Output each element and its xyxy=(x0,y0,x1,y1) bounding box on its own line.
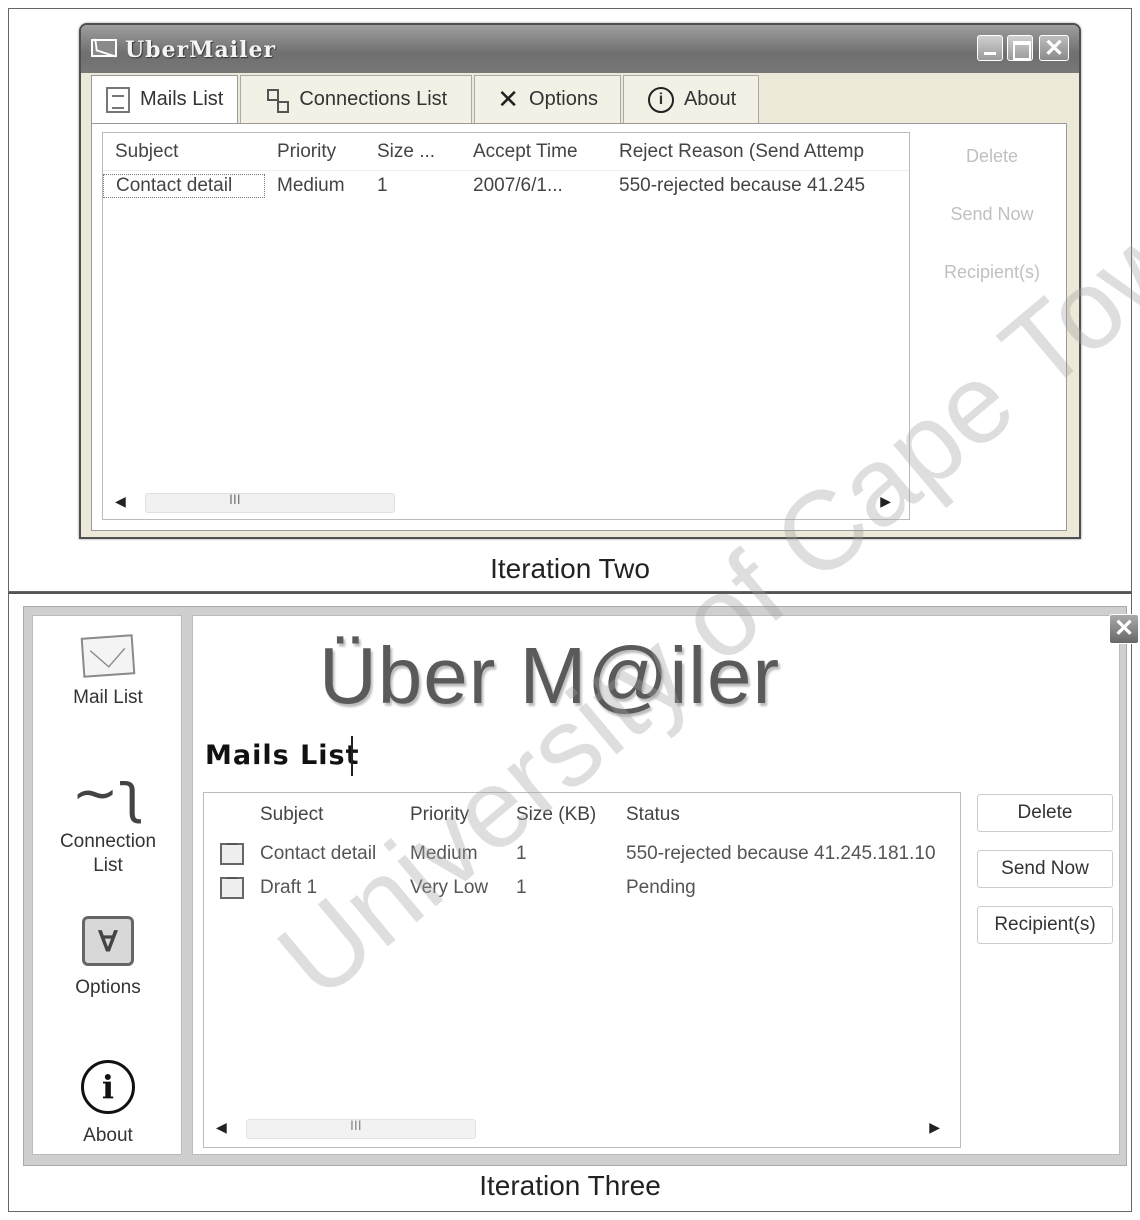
scroll-left-icon[interactable]: ◀ xyxy=(115,493,126,510)
connection-icon: ~ʅ xyxy=(71,761,145,826)
cell-subject: Draft 1 xyxy=(260,877,318,898)
caption-iteration-three: Iteration Three xyxy=(479,1170,661,1201)
maximize-button[interactable] xyxy=(1007,35,1033,61)
text-cursor xyxy=(351,736,353,776)
cell-accept-time: 2007/6/1... xyxy=(473,175,563,196)
column-header-subject[interactable]: Subject xyxy=(103,141,265,163)
cell-priority: Medium xyxy=(277,175,345,196)
close-button[interactable]: ✕ xyxy=(1109,614,1139,644)
cell-size: 1 xyxy=(516,843,527,864)
sidebar-item-options[interactable]: Ɐ Options xyxy=(33,916,183,1000)
horizontal-scrollbar[interactable]: ◀ III ▶ xyxy=(210,1117,954,1141)
section-title: Mails List xyxy=(205,740,360,771)
cell-priority: Very Low xyxy=(410,877,489,898)
close-button[interactable]: ✕ xyxy=(1039,35,1069,62)
recipients-button[interactable]: Recipient(s) xyxy=(928,252,1056,292)
info-icon: i xyxy=(81,1060,135,1114)
tab-connections-list[interactable]: Connections List xyxy=(240,75,473,123)
options-icon: Ɐ xyxy=(82,916,134,966)
sidebar-item-label: Options xyxy=(75,977,141,998)
scroll-right-icon[interactable]: ▶ xyxy=(880,493,891,510)
scroll-left-icon[interactable]: ◀ xyxy=(216,1119,227,1136)
close-icon: ✕ xyxy=(1113,615,1135,642)
scroll-right-icon[interactable]: ▶ xyxy=(929,1119,940,1136)
minimize-button[interactable] xyxy=(977,35,1003,61)
caption-iteration-two: Iteration Two xyxy=(490,553,650,584)
cell-reject-reason: 550-rejected because 41.245 xyxy=(619,175,866,196)
recipients-button[interactable]: Recipient(s) xyxy=(977,906,1113,944)
action-buttons: Delete Send Now Recipient(s) xyxy=(928,136,1056,310)
tab-label: Connections List xyxy=(299,88,448,110)
sidebar-nav: Mail List ~ʅ Connection List Ɐ Options i… xyxy=(32,615,182,1155)
tab-about[interactable]: i About xyxy=(622,75,760,123)
mails-list-view[interactable]: Subject Priority Size (KB) Status Contac… xyxy=(203,792,961,1148)
close-icon: ✕ xyxy=(1043,35,1065,62)
horizontal-scrollbar[interactable]: ◀ III ▶ xyxy=(109,491,903,515)
tab-label: About xyxy=(683,88,737,110)
cell-size: 1 xyxy=(377,175,388,196)
sidebar-item-connection-list[interactable]: ~ʅ Connection List xyxy=(33,764,183,878)
action-buttons: Delete Send Now Recipient(s) xyxy=(977,794,1113,962)
iteration-two-panel: UberMailer ✕ Mails List Connections List… xyxy=(8,8,1132,592)
scroll-grip: III xyxy=(229,491,241,507)
cell-priority: Medium xyxy=(410,843,478,864)
title-bar[interactable]: UberMailer ✕ xyxy=(81,25,1079,73)
table-row[interactable]: Contact detail Medium 1 2007/6/1... 550-… xyxy=(103,171,909,201)
column-header-reject-reason[interactable]: Reject Reason (Send Attemp xyxy=(607,141,907,163)
cell-subject: Contact detail xyxy=(103,174,265,198)
ubermailer-window-v2: UberMailer ✕ Mails List Connections List… xyxy=(79,23,1081,539)
sidebar-item-about[interactable]: i About xyxy=(33,1060,183,1148)
tab-label: Mails List xyxy=(140,88,224,110)
list-header: Subject Priority Size (KB) Status xyxy=(204,793,960,837)
cell-icon xyxy=(204,876,260,899)
column-header-accept-time[interactable]: Accept Time xyxy=(461,141,607,163)
tab-mails-list[interactable]: Mails List xyxy=(91,75,239,123)
iteration-three-panel: Mail List ~ʅ Connection List Ɐ Options i… xyxy=(8,592,1139,1212)
list-header: Subject Priority Size ... Accept Time Re… xyxy=(103,133,909,171)
column-header-size[interactable]: Size ... xyxy=(365,141,461,163)
send-now-button[interactable]: Send Now xyxy=(977,850,1113,888)
delete-button[interactable]: Delete xyxy=(977,794,1113,832)
column-header-subject[interactable]: Subject xyxy=(260,804,410,826)
mail-app-icon xyxy=(91,39,117,57)
outgoing-mail-icon xyxy=(220,876,244,899)
scroll-thumb[interactable] xyxy=(145,493,395,513)
cell-icon xyxy=(204,842,260,865)
network-icon xyxy=(265,87,290,113)
main-content: Über M@iler ✕ Mails List Subject Priorit… xyxy=(192,614,1139,1155)
envelope-icon xyxy=(80,634,136,678)
column-header-status[interactable]: Status xyxy=(626,804,956,826)
cell-status: 550-rejected because 41.245.181.10 xyxy=(626,843,936,864)
sidebar-item-mail-list[interactable]: Mail List xyxy=(33,634,183,710)
cell-size: 1 xyxy=(516,877,527,898)
app-logo: Über M@iler xyxy=(319,631,781,720)
mails-list-view[interactable]: Subject Priority Size ... Accept Time Re… xyxy=(102,132,910,520)
column-header-priority[interactable]: Priority xyxy=(265,141,365,163)
cell-subject: Contact detail xyxy=(260,843,377,864)
column-header-priority[interactable]: Priority xyxy=(410,804,516,826)
window-title: UberMailer xyxy=(125,37,277,63)
mails-list-panel: Subject Priority Size ... Accept Time Re… xyxy=(91,123,1067,531)
tab-strip: Mails List Connections List ✕ Options i … xyxy=(91,75,761,123)
tab-options[interactable]: ✕ Options xyxy=(474,75,621,123)
sidebar-item-label: Mail List xyxy=(73,687,143,708)
outgoing-mail-icon xyxy=(220,842,244,865)
sidebar-item-label: Connection List xyxy=(59,831,157,876)
table-row[interactable]: Contact detail Medium 1 550-rejected bec… xyxy=(204,837,960,871)
table-row[interactable]: Draft 1 Very Low 1 Pending xyxy=(204,871,960,905)
cell-status: Pending xyxy=(626,877,696,898)
tab-label: Options xyxy=(529,88,598,110)
send-now-button[interactable]: Send Now xyxy=(928,194,1056,234)
info-icon: i xyxy=(647,86,674,113)
delete-button[interactable]: Delete xyxy=(928,136,1056,176)
scroll-grip: III xyxy=(350,1117,362,1133)
tools-icon: ✕ xyxy=(497,84,520,114)
ubermailer-window-v3: Mail List ~ʅ Connection List Ɐ Options i… xyxy=(23,606,1139,1166)
column-header-size[interactable]: Size (KB) xyxy=(516,804,626,826)
mail-list-icon xyxy=(106,86,130,113)
sidebar-item-label: About xyxy=(83,1125,133,1146)
